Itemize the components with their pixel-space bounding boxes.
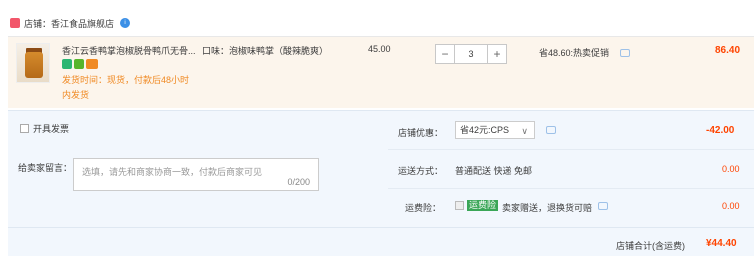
coupon-chat-icon[interactable] <box>546 126 556 134</box>
message-textarea[interactable]: 选填，请先和商家协商一致，付款后商家可见 0/200 <box>73 158 319 191</box>
jar-shape <box>25 52 43 78</box>
insurance-fee: 0.00 <box>722 201 740 211</box>
insurance-info-icon[interactable] <box>598 202 608 210</box>
shipping-label: 运送方式： <box>398 166 444 176</box>
insurance-text: 卖家赠送，退换货可赔 <box>502 203 593 213</box>
shop-info-badge-icon[interactable]: i <box>120 18 131 28</box>
coupon-select[interactable]: 省42元:CPS ∨ <box>455 121 535 139</box>
product-flavor: 口味：泡椒味鸭掌（酸辣脆爽） <box>202 46 329 56</box>
product-title[interactable]: 香江云香鸭掌泡椒脱骨鸭爪无骨... <box>62 44 198 57</box>
shop-discount: -42.00 <box>706 125 735 136</box>
shop-name[interactable]: 店铺：香江食品旗舰店 <box>24 17 114 30</box>
promo-chat-icon[interactable] <box>620 49 630 57</box>
coupon-label: 店铺优惠： <box>398 128 444 138</box>
seven-day-return-icon[interactable] <box>62 59 72 69</box>
message-label: 给卖家留言： <box>18 163 73 173</box>
invoice-option[interactable]: 开具发票 <box>20 122 69 135</box>
shipping-fee: 0.00 <box>722 164 740 174</box>
shop-header: 店铺：香江食品旗舰店 i <box>0 14 131 32</box>
divider <box>388 188 754 189</box>
coupon-value: 省42元:CPS <box>460 125 510 135</box>
insurance-label: 运费险： <box>405 203 442 213</box>
shipping-method: 普通配送 快递 免邮 <box>455 166 533 176</box>
quantity-stepper: − 3 + <box>435 44 507 64</box>
order-item: 香江云香鸭掌泡椒脱骨鸭爪无骨... 发货时间：现货，付款后48小时 内发货 口味… <box>8 36 754 108</box>
message-placeholder: 选填，请先和商家协商一致，付款后商家可见 <box>82 167 263 177</box>
card-payment-icon[interactable] <box>86 59 98 69</box>
increase-button[interactable]: + <box>487 44 507 64</box>
quantity-input[interactable]: 3 <box>455 44 487 64</box>
insurance-tag: 运费险 <box>467 200 499 211</box>
service-tags <box>62 59 98 69</box>
guarantee-icon[interactable] <box>74 59 84 69</box>
shop-icon <box>10 18 20 28</box>
order-options: 开具发票 给卖家留言： 选填，请先和商家协商一致，付款后商家可见 0/200 店… <box>8 110 754 256</box>
unit-price: 45.00 <box>368 44 391 54</box>
ship-time-cont: 内发货 <box>62 90 90 100</box>
total-value: ¥44.40 <box>706 238 737 249</box>
divider <box>388 149 754 150</box>
message-char-count: 0/200 <box>287 177 310 187</box>
invoice-label: 开具发票 <box>33 124 70 134</box>
promo-text: 省48.60:热卖促销 <box>539 48 610 58</box>
decrease-button[interactable]: − <box>435 44 455 64</box>
insurance-checkbox[interactable] <box>455 201 464 210</box>
product-thumbnail[interactable] <box>16 43 50 83</box>
total-label: 店铺合计(含运费) <box>616 241 685 251</box>
ship-time: 发货时间：现货，付款后48小时 <box>62 75 190 85</box>
invoice-checkbox[interactable] <box>20 124 29 133</box>
item-subtotal: 86.40 <box>715 45 741 56</box>
shop-total-row: 店铺合计(含运费) ¥44.40 <box>8 227 754 257</box>
chevron-down-icon: ∨ <box>521 126 528 136</box>
